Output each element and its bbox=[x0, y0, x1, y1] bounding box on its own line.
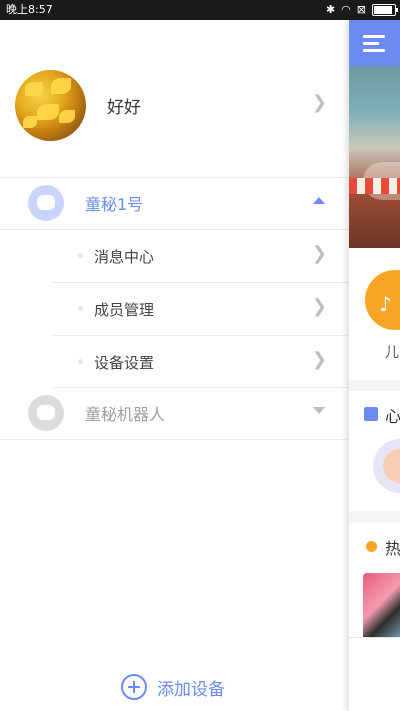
child-avatar bbox=[373, 439, 400, 493]
collapse-arrow-icon[interactable] bbox=[313, 197, 325, 204]
divider bbox=[0, 439, 349, 440]
submenu-device-settings[interactable]: 设备设置 ❯ bbox=[0, 335, 349, 388]
bullet-dot bbox=[78, 359, 83, 364]
feature-card[interactable]: ♪ 儿 bbox=[349, 248, 400, 380]
chevron-right-icon: ❯ bbox=[311, 92, 327, 113]
bluetooth-icon: ✱ bbox=[325, 3, 336, 16]
top-bar bbox=[349, 20, 400, 66]
submenu-member-management[interactable]: 成员管理 ❯ bbox=[0, 282, 349, 335]
chevron-right-icon: ❯ bbox=[311, 243, 327, 264]
status-bar: 晚上8:57 ✱ ◠ ⊠ bbox=[0, 0, 400, 20]
bottom-navigation bbox=[349, 637, 400, 711]
submenu-message-center[interactable]: 消息中心 ❯ bbox=[0, 229, 349, 282]
battery-icon bbox=[372, 4, 398, 16]
avatar[interactable] bbox=[15, 70, 86, 141]
device-name: 童秘1号 bbox=[85, 195, 144, 214]
add-device-button[interactable]: 添加设备 bbox=[121, 672, 225, 702]
chevron-right-icon: ❯ bbox=[311, 296, 327, 317]
section-card[interactable]: 心 bbox=[349, 391, 400, 511]
device-item-tongmi-robot[interactable]: 童秘机器人 bbox=[0, 387, 349, 439]
status-icons: ✱ ◠ ⊠ bbox=[325, 0, 398, 20]
wifi-icon: ◠ bbox=[341, 3, 351, 16]
bullet-dot bbox=[78, 253, 83, 258]
add-device-label: 添加设备 bbox=[157, 679, 225, 700]
navigation-drawer: 好好 ❯ 童秘1号 消息中心 ❯ 成员管理 ❯ 设备设置 ❯ 童秘机器人 添加设… bbox=[0, 20, 349, 711]
expand-arrow-icon[interactable] bbox=[313, 407, 325, 414]
content-thumbnail[interactable] bbox=[363, 573, 400, 641]
calendar-icon bbox=[364, 407, 378, 421]
status-time: 晚上8:57 bbox=[6, 3, 53, 16]
robot-icon bbox=[28, 185, 64, 221]
sim-icon: ⊠ bbox=[356, 3, 366, 16]
robot-icon bbox=[28, 395, 64, 431]
menu-icon[interactable] bbox=[363, 35, 385, 52]
device-name: 童秘机器人 bbox=[85, 405, 166, 424]
chevron-right-icon: ❯ bbox=[311, 349, 327, 370]
profile-name: 好好 bbox=[107, 98, 141, 118]
device-item-tongmi-1[interactable]: 童秘1号 bbox=[0, 177, 349, 229]
music-icon: ♪ bbox=[365, 270, 400, 330]
submenu-label: 设备设置 bbox=[94, 354, 155, 372]
submenu-label: 消息中心 bbox=[94, 248, 155, 266]
section-title: 心 bbox=[385, 407, 400, 426]
main-content: 今天 ♪ 儿 心 热 bbox=[349, 20, 400, 711]
profile-row[interactable]: 好好 ❯ bbox=[0, 20, 349, 177]
banner-image[interactable]: 今天 bbox=[349, 66, 400, 284]
add-circle-icon bbox=[121, 674, 147, 700]
bullet-dot bbox=[78, 306, 83, 311]
section-title: 热 bbox=[385, 539, 400, 558]
hot-icon bbox=[366, 541, 377, 552]
feature-label: 儿 bbox=[385, 345, 399, 361]
submenu-label: 成员管理 bbox=[94, 301, 155, 319]
